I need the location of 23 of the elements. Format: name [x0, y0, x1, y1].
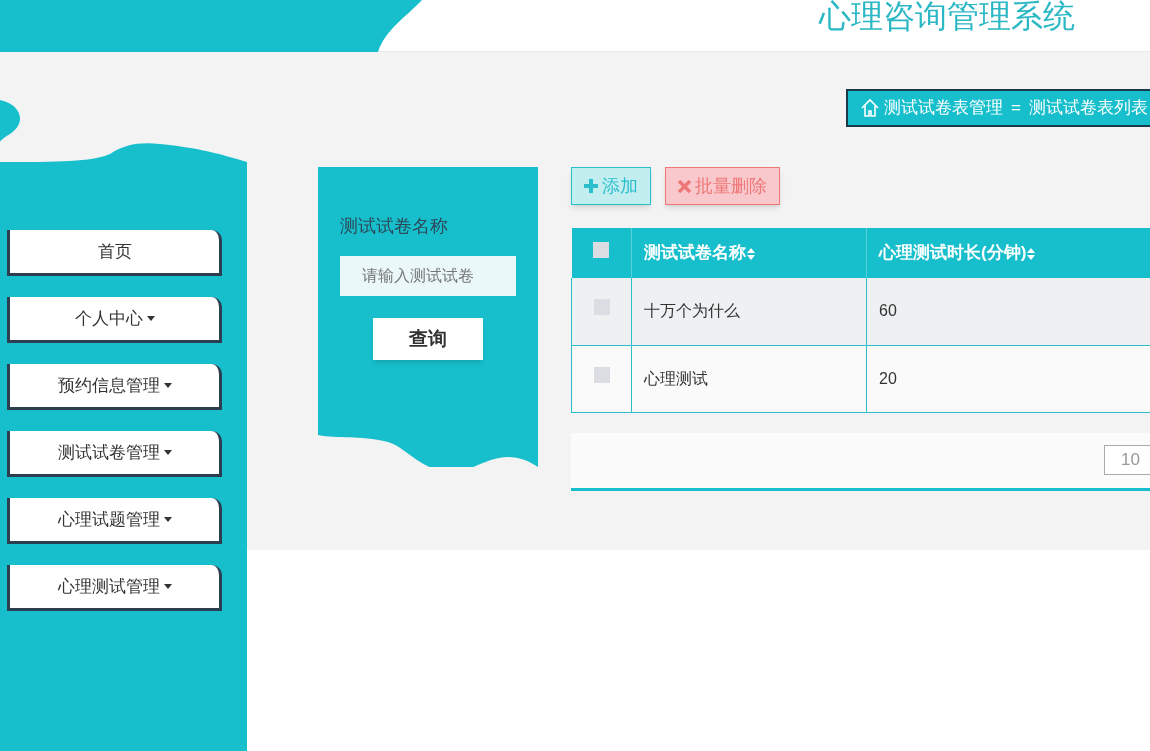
- sort-icon[interactable]: [746, 246, 756, 261]
- app-title: 心理咨询管理系统: [819, 0, 1075, 36]
- plus-icon: [584, 179, 598, 193]
- table-cell: 心理测试: [631, 345, 867, 412]
- sidebar-item[interactable]: 测试试卷管理: [7, 431, 222, 477]
- sidebar-item[interactable]: 心理测试管理: [7, 565, 222, 611]
- sidebar-item[interactable]: 心理试题管理: [7, 498, 222, 544]
- breadcrumb-separator: =: [1011, 97, 1021, 120]
- table-cell: 60: [866, 278, 1150, 345]
- sort-icon[interactable]: [1026, 246, 1037, 261]
- breadcrumb-current: 测试试卷表列表: [1028, 97, 1148, 120]
- checkbox[interactable]: [593, 366, 610, 383]
- sidebar-item[interactable]: 首页: [7, 230, 222, 276]
- home-icon[interactable]: [860, 98, 880, 118]
- search-label: 测试试卷名称: [340, 215, 449, 238]
- close-icon: [678, 179, 691, 193]
- sidebar-item[interactable]: 个人中心: [7, 297, 222, 343]
- search-button[interactable]: 查询: [373, 318, 483, 360]
- table-cell: 十万个为什么: [631, 278, 867, 345]
- sidebar-item[interactable]: 预约信息管理: [7, 364, 222, 410]
- checkbox[interactable]: [593, 242, 610, 258]
- search-field[interactable]: 请输入测试试卷: [340, 256, 516, 296]
- table-cell: 20: [866, 345, 1150, 412]
